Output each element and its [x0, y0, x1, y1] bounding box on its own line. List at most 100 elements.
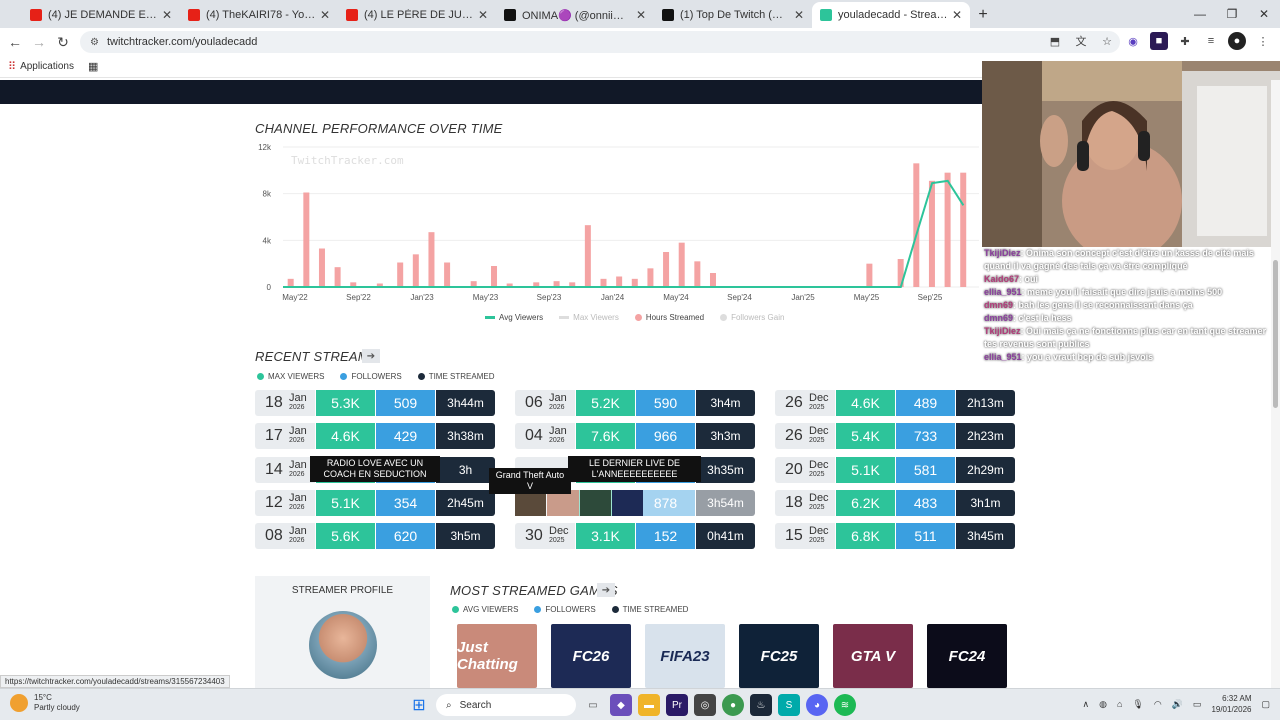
- tray-chevron-icon[interactable]: ∧: [1083, 699, 1090, 710]
- clock[interactable]: 6:32 AM 19/01/2026: [1211, 693, 1251, 715]
- weather-icon: [10, 694, 28, 712]
- new-tab-button[interactable]: +: [970, 2, 996, 28]
- browser-tab[interactable]: ONIMA🟣 (@onniimmaa) | Tik... ✕: [496, 2, 654, 28]
- browser-tab[interactable]: (4) LE PÈRE DE JULIE TÉMOIGN... ✕: [338, 2, 496, 28]
- game-name: FC26: [572, 647, 610, 665]
- app-icon[interactable]: S: [778, 694, 800, 716]
- hours-streamed-bar: [334, 267, 341, 287]
- recent-streams-arrow-icon[interactable]: ➔: [362, 349, 380, 363]
- apps-grid-icon[interactable]: ⠿: [8, 60, 16, 73]
- close-window-icon[interactable]: ✕: [1248, 0, 1280, 28]
- hours-streamed-bar: [866, 263, 873, 287]
- battery-icon[interactable]: ▭: [1193, 699, 1202, 710]
- site-info-icon[interactable]: ⚙: [90, 37, 99, 48]
- stream-date: 06 Jan 2026: [515, 390, 575, 416]
- weather-widget[interactable]: 15°C Partly cloudy: [10, 693, 80, 713]
- extension2-icon[interactable]: ■: [1150, 32, 1168, 50]
- notification-icon[interactable]: ▢: [1261, 699, 1270, 710]
- install-icon[interactable]: ⬒: [1046, 32, 1064, 50]
- tray-network-icon[interactable]: ⌂: [1117, 699, 1122, 709]
- spotify-icon[interactable]: ≋: [834, 694, 856, 716]
- tab-title: (4) LE PÈRE DE JULIE TÉMOIGN...: [364, 9, 474, 21]
- avatar[interactable]: [309, 611, 377, 679]
- browser-tab[interactable]: (4) TheKAIRI78 - YouTube ✕: [180, 2, 338, 28]
- store-icon[interactable]: ◆: [610, 694, 632, 716]
- tray-app-icon[interactable]: ◍: [1099, 699, 1107, 710]
- media-icon[interactable]: ≡: [1202, 32, 1220, 50]
- stream-row[interactable]: 12 Jan 2026 5.1K 354 2h45m: [255, 489, 495, 516]
- legend-avg-viewers[interactable]: Avg Viewers: [485, 313, 543, 322]
- translate-icon[interactable]: 文: [1072, 32, 1090, 50]
- maximize-icon[interactable]: ❐: [1216, 0, 1248, 28]
- stream-row[interactable]: 20 Dec 2025 5.1K 581 2h29m: [775, 456, 1015, 483]
- puzzle-icon[interactable]: ✚: [1176, 32, 1194, 50]
- bookmark-star-icon[interactable]: ☆: [1098, 32, 1116, 50]
- hours-streamed-bar: [647, 268, 654, 287]
- browser-tab[interactable]: youladecadd - Streamer Overv... ✕: [812, 2, 970, 28]
- steam-icon[interactable]: ♨: [750, 694, 772, 716]
- forward-icon[interactable]: →: [27, 34, 51, 50]
- tab-close-icon[interactable]: ✕: [320, 8, 330, 22]
- browser-tab[interactable]: (4) JE DEMANDE EN MARIAGE ... ✕: [22, 2, 180, 28]
- explorer-icon[interactable]: ▬: [638, 694, 660, 716]
- stream-row[interactable]: 18 Jan 2026 5.3K 509 3h44m: [255, 390, 495, 416]
- hours-streamed-bar: [694, 261, 701, 287]
- stream-row[interactable]: 15 Dec 2025 6.8K 511 3h45m: [775, 523, 1015, 550]
- task-view-icon[interactable]: ▭: [582, 694, 604, 716]
- reload-icon[interactable]: ↻: [51, 34, 75, 51]
- wifi-icon[interactable]: ◠: [1154, 699, 1162, 710]
- tab-close-icon[interactable]: ✕: [162, 8, 172, 22]
- stream-row[interactable]: 04 Jan 2026 7.6K 966 3h3m: [515, 423, 755, 450]
- tab-close-icon[interactable]: ✕: [952, 8, 962, 22]
- taskbar-search[interactable]: ⌕ Search: [436, 694, 576, 716]
- game-card[interactable]: FC25: [739, 624, 819, 688]
- browser-tab[interactable]: (1) Top De Twitch (@TopDeTwit... ✕: [654, 2, 812, 28]
- avg-viewers-line: [283, 179, 965, 288]
- davinci-icon[interactable]: ◎: [694, 694, 716, 716]
- chrome-icon[interactable]: ●: [722, 694, 744, 716]
- stream-row[interactable]: 26 Dec 2025 4.6K 489 2h13m: [775, 390, 1015, 416]
- game-card[interactable]: FC24: [927, 624, 1007, 688]
- menu-icon[interactable]: ⋮: [1254, 32, 1272, 50]
- mic-icon[interactable]: 🎙: [1132, 699, 1143, 710]
- extension-icon[interactable]: ◉: [1124, 32, 1142, 50]
- recent-streams-legend: MAX VIEWERS FOLLOWERS TIME STREAMED: [257, 372, 494, 381]
- game-card[interactable]: GTA V: [833, 624, 913, 688]
- tab-close-icon[interactable]: ✕: [794, 8, 804, 22]
- url-field[interactable]: ⚙ twitchtracker.com/youladecadd: [80, 31, 1120, 53]
- stream-row[interactable]: 30 Dec 2025 3.1K 152 0h41m: [515, 523, 755, 550]
- stream-row[interactable]: 08 Jan 2026 5.6K 620 3h5m: [255, 523, 495, 550]
- stream-row[interactable]: 18 Dec 2025 6.2K 483 3h1m: [775, 489, 1015, 516]
- stream-row[interactable]: 17 Jan 2026 4.6K 429 3h38m: [255, 423, 495, 450]
- legend-avg-viewers: AVG VIEWERS: [452, 605, 518, 614]
- stream-row[interactable]: 26 Dec 2025 5.4K 733 2h23m: [775, 423, 1015, 450]
- legend-time-streamed: TIME STREAMED: [417, 372, 494, 381]
- x-tick-label: Sep'22: [346, 293, 371, 302]
- start-icon[interactable]: ⊞: [408, 694, 430, 716]
- game-card[interactable]: FIFA23: [645, 624, 725, 688]
- url-text: twitchtracker.com/youladecadd: [106, 36, 258, 48]
- legend-hours-streamed[interactable]: Hours Streamed: [634, 313, 704, 322]
- tab-close-icon[interactable]: ✕: [636, 8, 646, 22]
- legend-followers-gain[interactable]: Followers Gain: [720, 313, 784, 322]
- tab-favicon-icon: [820, 9, 832, 21]
- games-arrow-icon[interactable]: ➔: [597, 583, 615, 597]
- volume-icon[interactable]: 🔊: [1172, 699, 1183, 710]
- fc26-thumb[interactable]: [611, 490, 643, 516]
- stream-row[interactable]: 06 Jan 2026 5.2K 590 3h4m: [515, 390, 755, 416]
- tab-close-icon[interactable]: ✕: [478, 8, 488, 22]
- bookmark-applications[interactable]: Applications: [20, 61, 74, 72]
- profile-avatar-icon[interactable]: ●: [1228, 32, 1246, 50]
- tab-title: (4) JE DEMANDE EN MARIAGE ...: [48, 9, 158, 21]
- tab-groups-icon[interactable]: ▦: [88, 60, 98, 73]
- legend-max-viewers[interactable]: Max Viewers: [559, 313, 619, 322]
- page-scrollbar[interactable]: [1271, 80, 1280, 688]
- minimize-icon[interactable]: —: [1184, 0, 1216, 28]
- back-icon[interactable]: ←: [3, 34, 27, 50]
- game-thumb[interactable]: [579, 490, 611, 516]
- discord-icon[interactable]: ◕: [806, 694, 828, 716]
- premiere-icon[interactable]: Pr: [666, 694, 688, 716]
- chat-username: dmn69: [984, 313, 1014, 323]
- game-card[interactable]: Just Chatting: [457, 624, 537, 688]
- game-card[interactable]: FC26: [551, 624, 631, 688]
